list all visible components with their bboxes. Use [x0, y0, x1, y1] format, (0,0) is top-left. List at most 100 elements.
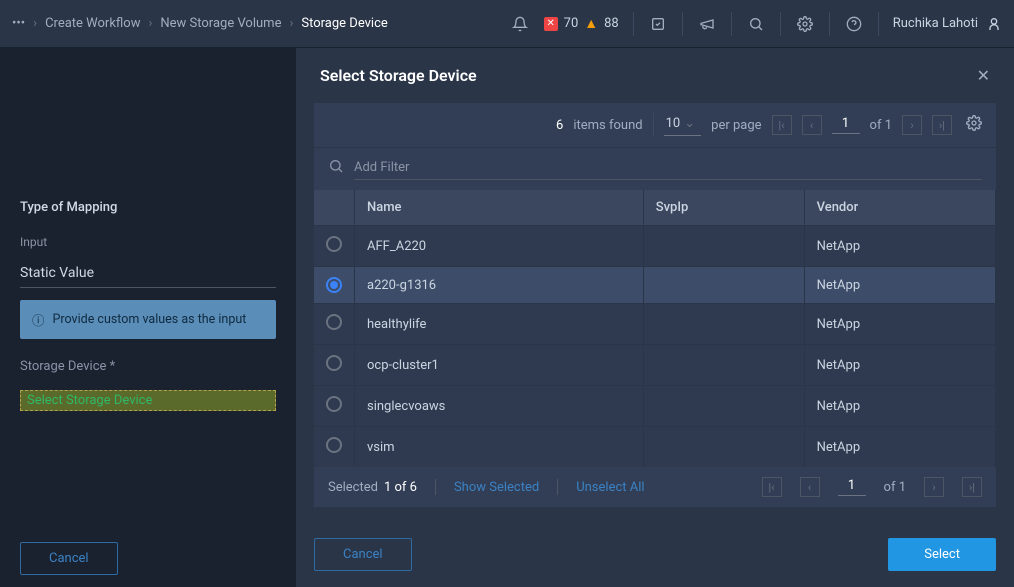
breadcrumb-item[interactable]: Create Workflow — [45, 16, 140, 31]
left-pane: Type of Mapping Input Static Value ⓘ Pro… — [0, 48, 296, 587]
page-input[interactable]: 1 — [832, 116, 860, 134]
info-banner: ⓘ Provide custom values as the input — [20, 300, 276, 339]
cell-svpip — [643, 386, 804, 427]
cell-vendor: NetApp — [804, 427, 995, 468]
user-menu[interactable]: Ruchika Lahoti — [893, 16, 1002, 32]
topbar-actions: ✕ 70 ▲ 88 Ruchika Lahoti — [510, 12, 1002, 36]
row-radio[interactable] — [326, 437, 342, 453]
cell-name: healthylife — [355, 304, 644, 345]
table-settings-icon[interactable] — [966, 115, 982, 135]
cell-vendor: NetApp — [804, 226, 995, 267]
critical-icon: ✕ — [544, 17, 558, 31]
filter-input[interactable] — [354, 156, 982, 180]
breadcrumb: ••• › Create Workflow › New Storage Volu… — [12, 16, 510, 31]
unselect-all-link[interactable]: Unselect All — [576, 480, 644, 495]
show-selected-link[interactable]: Show Selected — [454, 480, 539, 495]
tasks-icon[interactable] — [648, 14, 668, 34]
alerts[interactable]: ✕ 70 ▲ 88 — [544, 16, 619, 31]
table-row[interactable]: healthylife NetApp — [314, 304, 996, 345]
chevron-right-icon: › — [33, 16, 37, 31]
prev-page-button[interactable]: ‹ — [802, 115, 822, 135]
separator — [435, 479, 436, 495]
table-row[interactable]: AFF_A220 NetApp — [314, 226, 996, 267]
first-page-button[interactable]: |‹ — [772, 115, 792, 135]
cell-vendor: NetApp — [804, 386, 995, 427]
cell-name: ocp-cluster1 — [355, 345, 644, 386]
close-icon[interactable]: ✕ — [977, 66, 990, 85]
per-page-select[interactable]: 10 ⌄ — [664, 114, 702, 136]
select-button[interactable]: Select — [888, 538, 996, 571]
topbar: ••• › Create Workflow › New Storage Volu… — [0, 0, 1014, 48]
row-radio[interactable] — [326, 396, 342, 412]
gear-icon[interactable] — [795, 14, 815, 34]
first-page-button[interactable]: |‹ — [762, 477, 782, 497]
critical-count: 70 — [564, 16, 579, 31]
cell-vendor: NetApp — [804, 345, 995, 386]
cell-name: vsim — [355, 427, 644, 468]
last-page-button[interactable]: ›| — [962, 477, 982, 497]
input-value[interactable]: Static Value — [20, 261, 276, 288]
warning-count: 88 — [604, 16, 619, 31]
separator — [633, 12, 634, 36]
table-row[interactable]: singlecvoaws NetApp — [314, 386, 996, 427]
type-of-mapping-label: Type of Mapping — [20, 200, 276, 215]
col-name[interactable]: Name — [355, 190, 644, 226]
breadcrumb-item[interactable]: New Storage Volume — [160, 16, 281, 31]
cancel-button-left[interactable]: Cancel — [20, 542, 118, 575]
last-page-button[interactable]: ›| — [932, 115, 952, 135]
ellipsis-icon[interactable]: ••• — [12, 16, 25, 31]
user-icon — [986, 16, 1002, 32]
chevron-right-icon: › — [148, 16, 152, 31]
cell-svpip — [643, 226, 804, 267]
help-icon[interactable] — [844, 14, 864, 34]
user-name: Ruchika Lahoti — [893, 16, 978, 31]
input-label: Input — [20, 235, 276, 249]
separator — [878, 12, 879, 36]
warning-icon: ▲ — [584, 17, 598, 31]
table-row[interactable]: a220-g1316 NetApp — [314, 267, 996, 304]
items-found-count: 6 — [556, 118, 563, 133]
next-page-button[interactable]: › — [902, 115, 922, 135]
cell-svpip — [643, 304, 804, 345]
cell-name: AFF_A220 — [355, 226, 644, 267]
filter-row — [314, 147, 996, 190]
table-row[interactable]: vsim NetApp — [314, 427, 996, 468]
items-found-label: items found — [573, 118, 642, 133]
row-radio[interactable] — [326, 277, 342, 293]
page-of-label: of 1 — [884, 480, 906, 495]
row-radio[interactable] — [326, 236, 342, 252]
search-icon[interactable] — [746, 14, 766, 34]
prev-page-button[interactable]: ‹ — [800, 477, 820, 497]
separator — [731, 12, 732, 36]
separator — [829, 12, 830, 36]
col-vendor[interactable]: Vendor — [804, 190, 995, 226]
table-footer: Selected 1 of 6 Show Selected Unselect A… — [314, 467, 996, 507]
col-radio — [314, 190, 355, 226]
row-radio[interactable] — [326, 355, 342, 371]
panel-title: Select Storage Device — [320, 66, 977, 85]
bell-icon[interactable] — [510, 14, 530, 34]
device-table: Name SvpIp Vendor AFF_A220 NetApp a220-g… — [314, 190, 996, 467]
search-icon[interactable] — [328, 158, 344, 178]
selected-label: Selected — [328, 480, 378, 495]
page-input[interactable]: 1 — [838, 478, 866, 496]
cell-vendor: NetApp — [804, 304, 995, 345]
separator — [780, 12, 781, 36]
separator — [557, 479, 558, 495]
announce-icon[interactable] — [697, 14, 717, 34]
info-text: Provide custom values as the input — [53, 312, 247, 327]
next-page-button[interactable]: › — [924, 477, 944, 497]
cell-name: singlecvoaws — [355, 386, 644, 427]
col-svpip[interactable]: SvpIp — [643, 190, 804, 226]
cell-svpip — [643, 267, 804, 304]
info-icon: ⓘ — [32, 310, 45, 329]
storage-device-label: Storage Device * — [20, 359, 276, 374]
breadcrumb-current: Storage Device — [301, 16, 387, 31]
per-page-label: per page — [711, 118, 761, 133]
row-radio[interactable] — [326, 314, 342, 330]
select-storage-device-link[interactable]: Select Storage Device — [20, 390, 276, 411]
separator — [682, 12, 683, 36]
cancel-button[interactable]: Cancel — [314, 538, 412, 571]
table-row[interactable]: ocp-cluster1 NetApp — [314, 345, 996, 386]
cell-vendor: NetApp — [804, 267, 995, 304]
